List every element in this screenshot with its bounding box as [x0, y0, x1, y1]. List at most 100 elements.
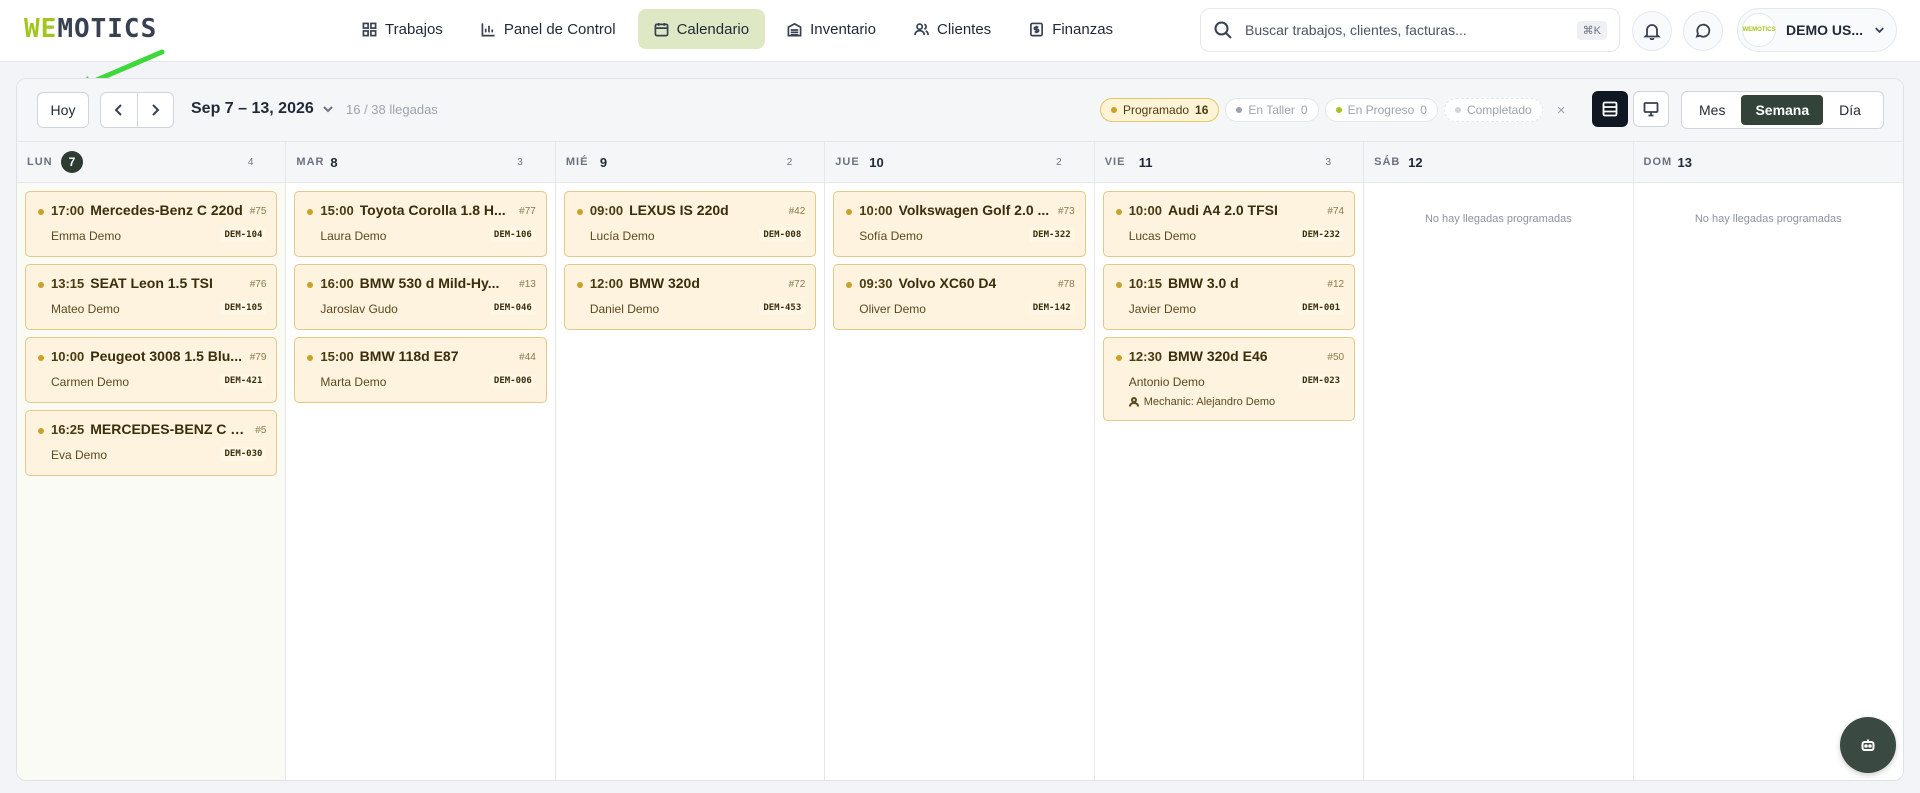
- today-button[interactable]: Hoy: [37, 92, 89, 128]
- user-menu[interactable]: WEMOTICS DEMO US...: [1737, 8, 1897, 52]
- chat-bubble-icon: [1695, 23, 1711, 38]
- filter-en-taller[interactable]: En Taller 0: [1225, 98, 1319, 122]
- view-week[interactable]: Semana: [1741, 95, 1824, 125]
- day-column-dom[interactable]: DOM 13 No hay llegadas programadas: [1633, 142, 1903, 780]
- license-plate: DEM-421: [220, 374, 267, 388]
- day-number: 10: [869, 154, 884, 170]
- empty-day-message: No hay llegadas programadas: [1694, 213, 1842, 225]
- client-name: Laura Demo: [320, 229, 387, 243]
- appointment-card[interactable]: 15:00 BMW 118d E87 #44 Marta Demo DEM-006: [294, 337, 547, 403]
- empty-day-message: No hay llegadas programadas: [1424, 213, 1572, 225]
- day-column-lun[interactable]: LUN 7 4 17:00 Mercedes-Benz C 220d #75 Emma De…: [17, 142, 287, 780]
- vehicle-model: Toyota Corolla 1.8 H...: [359, 202, 506, 218]
- nav-panel-de-control[interactable]: Panel de Control: [465, 9, 632, 49]
- vehicle-model: MERCEDES-BENZ C 35...: [90, 421, 251, 437]
- appointment-card[interactable]: 15:00 Toyota Corolla 1.8 H... #77 Laura Dem…: [294, 191, 547, 257]
- week-grid: LUN 7 4 17:00 Mercedes-Benz C 220d #75 Emma De…: [17, 142, 1903, 780]
- filter-completado[interactable]: Completado: [1443, 98, 1543, 122]
- status-dot-icon: [846, 209, 853, 215]
- appointment-card[interactable]: 10:15 BMW 3.0 d #12 Javier Demo DEM-001: [1102, 264, 1356, 330]
- nav-clientes[interactable]: Clientes: [898, 9, 1007, 49]
- brand-logo[interactable]: WEMOTICS: [24, 14, 157, 44]
- appointment-time: 10:00: [1128, 203, 1162, 218]
- nav-trabajos[interactable]: Trabajos: [346, 9, 459, 49]
- status-dot-icon: [1236, 107, 1243, 113]
- appointment-list: 10:00 Volkswagen Golf 2.0 ... #73 Sofía Dem…: [825, 183, 1093, 338]
- appointment-time: 16:25: [51, 422, 85, 437]
- license-plate: DEM-023: [1298, 374, 1345, 388]
- next-week-button[interactable]: [138, 93, 174, 127]
- vehicle-model: LEXUS IS 220d: [629, 202, 729, 218]
- notifications-button[interactable]: [1632, 11, 1672, 51]
- appointment-card[interactable]: 10:00 Audi A4 2.0 TFSI #74 Lucas Demo DEM-23…: [1102, 191, 1356, 257]
- job-number: #74: [1327, 206, 1345, 217]
- vehicle-model: BMW 320d: [629, 275, 700, 291]
- day-column-vie[interactable]: VIE 11 3 10:00 Audi A4 2.0 TFSI #74 Lucas Demo…: [1094, 142, 1365, 780]
- status-dot-icon: [1111, 107, 1117, 113]
- view-day[interactable]: Día: [1825, 95, 1875, 125]
- status-dot-icon: [846, 282, 853, 288]
- appointment-card[interactable]: 13:15 SEAT Leon 1.5 TSI #76 Mateo Demo DEM-1…: [25, 264, 278, 330]
- prev-week-button[interactable]: [101, 93, 138, 127]
- appointment-time: 15:00: [320, 349, 354, 364]
- license-plate: DEM-142: [1028, 301, 1075, 315]
- appointment-time: 13:15: [51, 276, 85, 291]
- appointment-card[interactable]: 16:25 MERCEDES-BENZ C 35... #5 Eva Demo DEM-…: [25, 410, 278, 476]
- clear-filters-button[interactable]: ×: [1557, 102, 1566, 119]
- view-switcher: Mes Semana Día: [1681, 91, 1884, 129]
- nav-calendario[interactable]: Calendario: [637, 9, 766, 49]
- license-plate: DEM-105: [220, 301, 267, 315]
- view-month[interactable]: Mes: [1685, 95, 1739, 125]
- date-range-picker[interactable]: Sep 7 – 13, 2026: [191, 100, 334, 118]
- appointment-card[interactable]: 12:30 BMW 320d E46 #50 Antonio Demo DEM-023 M…: [1102, 337, 1356, 421]
- appointment-time: 10:15: [1128, 276, 1162, 291]
- day-column-sáb[interactable]: SÁB 12 No hay llegadas programadas: [1364, 142, 1634, 780]
- search-shortcut: ⌘K: [1576, 20, 1607, 40]
- appointment-time: 17:00: [51, 203, 85, 218]
- appointment-card[interactable]: 16:00 BMW 530 d Mild-Hy... #13 Jaroslav Gud…: [294, 264, 547, 330]
- vehicle-model: Peugeot 3008 1.5 Blu...: [90, 348, 242, 364]
- day-name: DOM: [1643, 156, 1673, 168]
- client-name: Emma Demo: [51, 229, 122, 243]
- day-number: 13: [1677, 154, 1692, 170]
- search-input[interactable]: [1245, 22, 1577, 38]
- users-icon: [914, 22, 929, 35]
- filter-programado[interactable]: Programado 16: [1100, 98, 1220, 122]
- appointment-card[interactable]: 12:00 BMW 320d #72 Daniel Demo DEM-453: [563, 264, 817, 330]
- status-dot-icon: [307, 282, 314, 288]
- monitor-icon: [1643, 102, 1659, 117]
- chevron-left-icon: [114, 104, 122, 116]
- appointment-card[interactable]: 10:00 Volkswagen Golf 2.0 ... #73 Sofía Dem…: [833, 191, 1086, 257]
- day-column-mar[interactable]: MAR 8 3 15:00 Toyota Corolla 1.8 H... #77 Laur…: [286, 142, 556, 780]
- appointment-card[interactable]: 09:00 LEXUS IS 220d #42 Lucía Demo DEM-008: [563, 191, 817, 257]
- filter-en-progreso[interactable]: En Progreso 0: [1324, 98, 1438, 122]
- job-number: #12: [1327, 279, 1345, 290]
- display-view-button[interactable]: [1633, 91, 1669, 127]
- job-number: #5: [255, 425, 267, 436]
- assistant-button[interactable]: [1840, 717, 1896, 773]
- bot-icon: [1861, 739, 1875, 751]
- appointment-card[interactable]: 10:00 Peugeot 3008 1.5 Blu... #79 Carmen De…: [25, 337, 278, 403]
- day-name: SÁB: [1374, 156, 1401, 168]
- license-plate: DEM-104: [220, 228, 267, 242]
- appointment-card[interactable]: 17:00 Mercedes-Benz C 220d #75 Emma Demo DEM…: [25, 191, 278, 257]
- day-arrival-count: 2: [1056, 156, 1062, 168]
- vehicle-model: Volkswagen Golf 2.0 ...: [898, 202, 1050, 218]
- appointment-card[interactable]: 09:30 Volvo XC60 D4 #78 Oliver Demo DEM-142: [833, 264, 1086, 330]
- client-name: Sofía Demo: [859, 229, 923, 243]
- appointment-time: 15:00: [320, 203, 354, 218]
- nav-finanzas[interactable]: Finanzas: [1013, 9, 1129, 49]
- appointment-time: 12:30: [1128, 349, 1162, 364]
- license-plate: DEM-453: [759, 301, 806, 315]
- day-number: 7: [61, 151, 83, 173]
- nav-inventario[interactable]: Inventario: [771, 9, 892, 49]
- status-dot-icon: [38, 355, 44, 361]
- day-column-mié[interactable]: MIÉ 9 2 09:00 LEXUS IS 220d #42 Lucía Demo DEM-…: [555, 142, 826, 780]
- list-view-button[interactable]: [1592, 91, 1628, 127]
- messages-button[interactable]: [1683, 11, 1723, 51]
- day-arrival-count: 2: [786, 156, 793, 168]
- day-column-jue[interactable]: JUE 10 2 10:00 Volkswagen Golf 2.0 ... #73 Sof…: [825, 142, 1095, 780]
- client-name: Javier Demo: [1128, 302, 1197, 316]
- day-arrival-count: 3: [1325, 156, 1332, 168]
- license-plate: DEM-046: [489, 301, 536, 315]
